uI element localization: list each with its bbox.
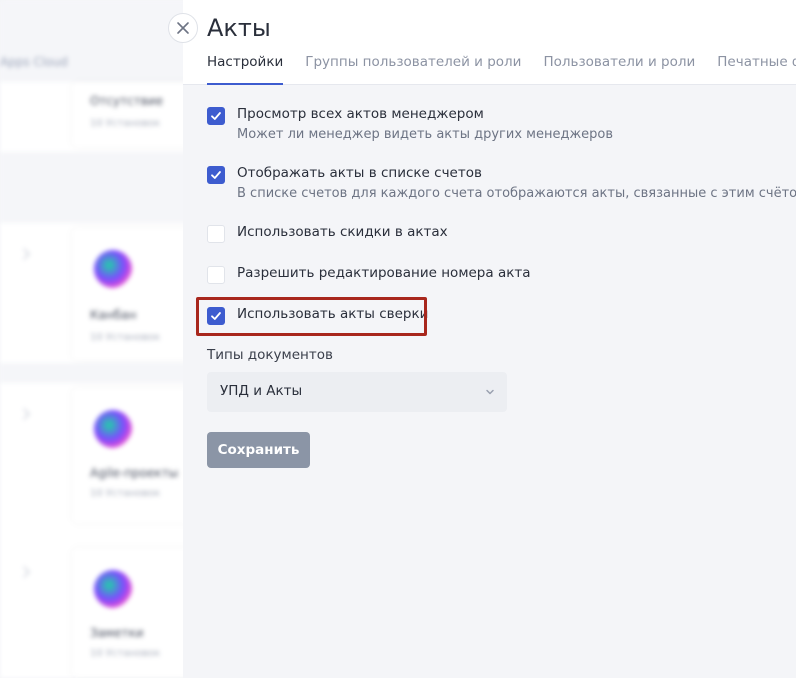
app-logo-icon — [94, 410, 132, 448]
option-label: Использовать акты сверки — [237, 306, 429, 322]
close-icon — [177, 22, 189, 34]
app-logo-icon — [94, 250, 132, 288]
checkbox-discounts[interactable] — [207, 225, 225, 243]
bg-app-card: Отсутствие 10 Установок — [72, 82, 192, 147]
page: Apps Cloud Отсутствие 10 Установок Канба… — [0, 0, 796, 678]
checkbox-view-all-acts[interactable] — [207, 107, 225, 125]
chevron-down-icon — [486, 389, 494, 395]
tab-bar: Настройки Группы пользователей и роли По… — [207, 52, 796, 85]
tab-settings[interactable]: Настройки — [207, 52, 284, 85]
close-button[interactable] — [168, 13, 198, 43]
save-button[interactable]: Сохранить — [207, 432, 310, 468]
bg-app-card: Заметки 10 Установок — [72, 548, 192, 678]
check-icon — [211, 112, 221, 120]
tab-print-forms[interactable]: Печатные формы — [717, 52, 796, 85]
option-label: Просмотр всех актов менеджером — [237, 106, 484, 122]
select-value: УПД и Акты — [220, 383, 303, 399]
option-label: Отображать акты в списке счетов — [237, 165, 482, 181]
tab-user-groups-roles[interactable]: Группы пользователей и роли — [305, 52, 521, 85]
page-title: Акты — [207, 14, 271, 42]
app-logo-icon — [94, 570, 132, 608]
option-label: Использовать скидки в актах — [237, 224, 448, 240]
check-icon — [211, 312, 221, 320]
bg-app-card: Канбан 10 Установок — [72, 228, 192, 360]
doc-types-select[interactable]: УПД и Акты — [207, 372, 507, 412]
option-description: В списке счетов для каждого счета отобра… — [237, 186, 796, 201]
panel-header: Акты Настройки Группы пользователей и ро… — [183, 0, 796, 85]
option-description: Может ли менеджер видеть акты других мен… — [237, 127, 614, 142]
background-app: Apps Cloud Отсутствие 10 Установок Канба… — [0, 0, 200, 678]
checkbox-show-acts-in-invoices[interactable] — [207, 166, 225, 184]
check-icon — [211, 171, 221, 179]
doc-types-label: Типы документов — [207, 347, 333, 363]
bg-header-text: Apps Cloud — [0, 55, 68, 69]
settings-panel: Акты Настройки Группы пользователей и ро… — [183, 0, 796, 678]
checkbox-reconciliation-acts[interactable] — [207, 307, 225, 325]
bg-app-card: Agile-проекты 10 Установок — [72, 388, 192, 523]
checkbox-edit-act-number[interactable] — [207, 266, 225, 284]
tab-users-roles[interactable]: Пользователи и роли — [543, 52, 695, 85]
option-label: Разрешить редактирование номера акта — [237, 265, 531, 281]
